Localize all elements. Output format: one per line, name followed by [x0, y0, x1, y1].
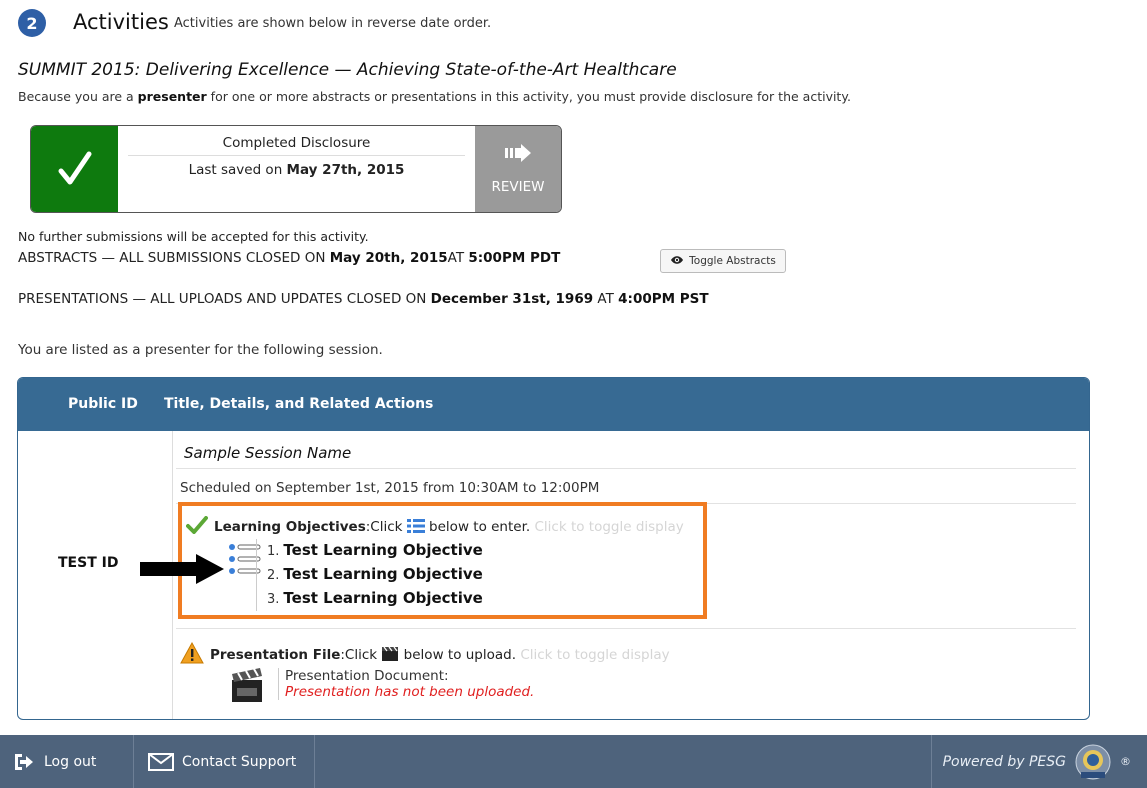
section-subtitle: Activities are shown below in reverse da… — [174, 16, 492, 31]
presentation-document-label: Presentation Document: — [285, 668, 449, 684]
logout-label: Log out — [44, 753, 97, 770]
disclosure-saved-prefix: Last saved on — [188, 162, 287, 178]
disclosure-card: Completed Disclosure Last saved on May 2… — [30, 125, 562, 213]
public-id-value: TEST ID — [58, 555, 119, 571]
presenter-note-prefix: Because you are a — [18, 89, 138, 104]
list-item: 2. Test Learning Objective — [267, 563, 483, 587]
footer-bar: Log out Contact Support Powered by PESG … — [0, 735, 1147, 788]
col-title-details: Title, Details, and Related Actions — [164, 396, 434, 412]
abstracts-status: ABSTRACTS — ALL SUBMISSIONS CLOSED ON Ma… — [18, 250, 560, 266]
arrow-right-icon — [503, 143, 533, 165]
presentation-file-label: Presentation File — [210, 647, 341, 663]
list-item: 1. Test Learning Objective — [267, 539, 483, 563]
session-table: Public ID Title, Details, and Related Ac… — [17, 377, 1090, 720]
objective-number: 3. — [267, 592, 280, 607]
toggle-abstracts-button[interactable]: Toggle Abstracts — [660, 249, 786, 273]
review-button[interactable]: REVIEW — [475, 126, 561, 212]
powered-by: Powered by PESG ® — [943, 735, 1131, 788]
clapperboard-small-icon — [381, 646, 399, 666]
disclosure-saved-date: May 27th, 2015 — [286, 162, 405, 178]
lo-click-text: :Click — [365, 519, 407, 535]
section-title: Activities — [73, 10, 169, 34]
envelope-icon — [148, 752, 174, 771]
divider — [176, 468, 1076, 469]
footer-divider — [314, 735, 315, 788]
green-check-icon — [186, 516, 208, 538]
learning-objectives-row: Learning Objectives:Click below to enter… — [186, 516, 684, 538]
footer-divider — [931, 735, 932, 788]
learning-objectives-label: Learning Objectives — [214, 519, 366, 535]
activity-title: SUMMIT 2015: Delivering Excellence — Ach… — [18, 60, 677, 80]
presentations-label: PRESENTATIONS — [18, 291, 129, 307]
powered-by-text: Powered by PESG — [942, 753, 1066, 770]
presentations-at: AT — [593, 291, 619, 307]
pf-after-text: below to upload. — [399, 647, 521, 663]
list-item: 3. Test Learning Objective — [267, 587, 483, 611]
abstracts-text: — ALL SUBMISSIONS CLOSED ON — [97, 250, 330, 266]
step-number-badge: 2 — [18, 9, 46, 37]
abstracts-time: 5:00PM PDT — [468, 250, 561, 266]
logout-button[interactable]: Log out — [12, 735, 96, 788]
col-public-id: Public ID — [68, 396, 138, 412]
presentations-status: PRESENTATIONS — ALL UPLOADS AND UPDATES … — [18, 291, 709, 307]
arrow-pointer-icon — [138, 553, 226, 589]
learning-objectives-highlight: Learning Objectives:Click below to enter… — [178, 502, 707, 619]
table-header: Public ID Title, Details, and Related Ac… — [18, 378, 1089, 431]
contact-support-label: Contact Support — [182, 753, 297, 770]
lo-after-text: below to enter. — [424, 519, 535, 535]
eye-icon — [670, 255, 684, 268]
no-further-notice: No further submissions will be accepted … — [18, 229, 369, 244]
presentation-file-row: Presentation File:Click below to upload.… — [180, 641, 670, 668]
lo-toggle-link[interactable]: Click to toggle display — [534, 519, 683, 535]
divider — [176, 628, 1076, 629]
listed-notice: You are listed as a presenter for the fo… — [18, 342, 383, 358]
logout-icon — [12, 752, 34, 772]
registered-mark: ® — [1120, 755, 1131, 768]
upload-clapperboard-icon[interactable] — [230, 666, 264, 708]
presentations-date: December 31st, 1969 — [430, 291, 594, 307]
disclosure-saved: Last saved on May 27th, 2015 — [118, 162, 475, 178]
checkmark-icon — [31, 126, 118, 212]
presentations-time: 4:00PM PST — [618, 291, 709, 307]
session-name: Sample Session Name — [184, 444, 352, 462]
disclosure-status: Completed Disclosure Last saved on May 2… — [118, 126, 475, 212]
objectives-list: 1. Test Learning Objective 2. Test Learnin… — [256, 539, 483, 611]
list-icon — [406, 518, 425, 538]
footer-divider — [133, 735, 134, 788]
presentation-document: Presentation Document: Presentation has … — [278, 668, 534, 700]
warning-icon — [180, 641, 204, 668]
objective-text: Test Learning Objective — [283, 541, 483, 559]
presenter-note-suffix: for one or more abstracts or presentatio… — [206, 89, 851, 104]
abstracts-at: AT — [447, 250, 469, 266]
pesg-logo[interactable] — [1072, 743, 1114, 781]
pf-toggle-link[interactable]: Click to toggle display — [520, 647, 669, 663]
pf-click-text: :Click — [340, 647, 382, 663]
session-schedule: Scheduled on September 1st, 2015 from 10… — [180, 480, 600, 496]
presenter-note-role: presenter — [137, 89, 207, 104]
objective-text: Test Learning Objective — [283, 589, 483, 607]
upload-status: Presentation has not been uploaded. — [285, 684, 535, 700]
abstracts-date: May 20th, 2015 — [329, 250, 448, 266]
presenter-note: Because you are a presenter for one or m… — [18, 89, 851, 104]
presentations-text: — ALL UPLOADS AND UPDATES CLOSED ON — [128, 291, 431, 307]
objective-number: 2. — [267, 568, 280, 583]
contact-support-button[interactable]: Contact Support — [148, 735, 296, 788]
review-label: REVIEW — [491, 178, 545, 195]
disclosure-heading: Completed Disclosure — [128, 135, 465, 156]
toggle-abstracts-label: Toggle Abstracts — [689, 255, 776, 267]
abstracts-label: ABSTRACTS — [18, 250, 98, 266]
objective-text: Test Learning Objective — [283, 565, 483, 583]
objective-number: 1. — [267, 544, 280, 559]
